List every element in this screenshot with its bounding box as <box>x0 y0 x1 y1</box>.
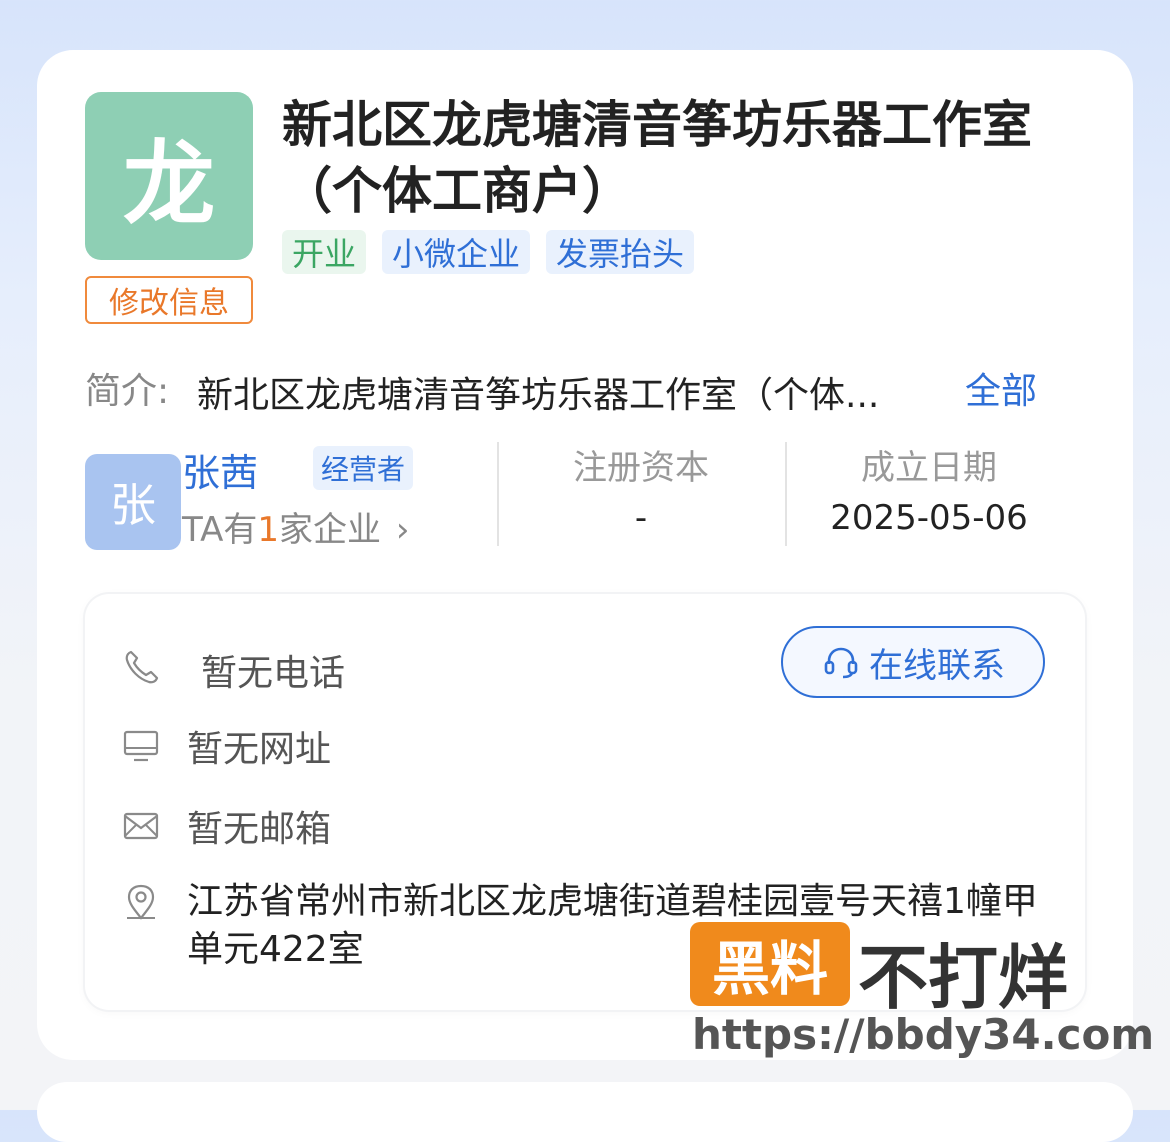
watermark-url: https://bbdy34.com <box>692 1010 1155 1059</box>
watermark: 黑料 不打烊 <box>690 922 1130 1019</box>
invoice-tag[interactable]: 发票抬头 <box>546 230 695 274</box>
scale-tag[interactable]: 小微企业 <box>382 230 531 274</box>
watermark-text: 不打烊 <box>858 937 1068 1019</box>
headset-icon <box>824 647 858 679</box>
online-contact-label: 在线联系 <box>869 646 1005 685</box>
watermark-badge: 黑料 <box>690 922 850 1006</box>
company-name: 新北区龙虎塘清音筝坊乐器工作室（个体工商户） <box>282 96 1032 220</box>
email-text: 暂无邮箱 <box>187 809 332 850</box>
tag-list: 开业 小微企业 发票抬头 <box>282 230 695 274</box>
intro-label: 简介: <box>85 371 170 412</box>
owner-count-prefix: TA有 <box>182 510 258 550</box>
company-card: 龙 修改信息 新北区龙虎塘清音筝坊乐器工作室（个体工商户） 开业 小微企业 发票… <box>37 50 1133 1060</box>
phone-icon <box>125 650 159 684</box>
owner-role-badge: 经营者 <box>313 446 414 490</box>
owner-count-suffix: 家企业 <box>279 510 382 550</box>
website-text: 暂无网址 <box>187 729 332 770</box>
founded-date-label: 成立日期 <box>861 448 997 488</box>
owner-count-number: 1 <box>257 510 280 550</box>
capital-value: - <box>634 498 648 538</box>
online-contact-button[interactable]: 在线联系 <box>781 626 1045 698</box>
phone-text: 暂无电话 <box>201 653 346 694</box>
company-logo: 龙 <box>85 92 253 260</box>
mail-icon <box>123 812 159 840</box>
owner-company-count-link[interactable]: TA有1家企业 › <box>182 502 409 551</box>
intro-more-link[interactable]: 全部 <box>965 362 1037 414</box>
chevron-right-icon: › <box>395 510 410 550</box>
intro-row: 简介: 新北区龙虎塘清音筝坊乐器工作室（个体... 全部 <box>85 362 1085 416</box>
intro-text: 新北区龙虎塘清音筝坊乐器工作室（个体... <box>197 375 880 416</box>
owner-name[interactable]: 张茜 <box>182 442 258 497</box>
divider <box>497 442 499 546</box>
edit-info-button[interactable]: 修改信息 <box>85 276 253 324</box>
monitor-icon <box>123 730 159 762</box>
status-tag: 开业 <box>282 230 367 274</box>
next-card <box>37 1082 1133 1142</box>
divider <box>785 442 787 546</box>
location-pin-icon <box>127 884 155 920</box>
capital-label: 注册资本 <box>573 448 709 488</box>
founded-date-value: 2025-05-06 <box>830 498 1028 538</box>
owner-avatar[interactable]: 张 <box>85 454 181 550</box>
